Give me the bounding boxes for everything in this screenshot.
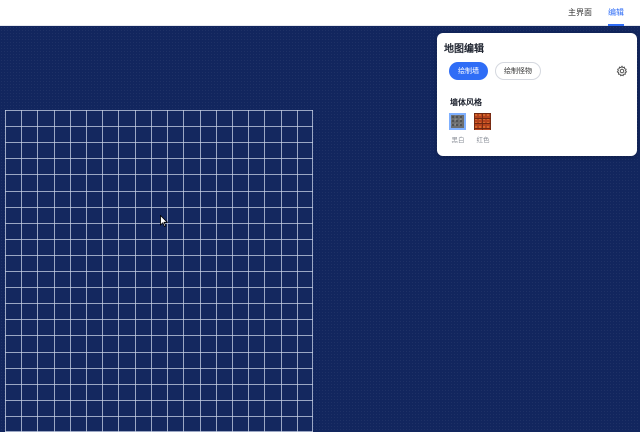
gear-icon[interactable] [616,65,628,77]
wall-style-bw-label: 黑白 [451,136,465,144]
nav-menu: 主界面 编辑 [568,0,640,26]
top-nav-bar: 主界面 编辑 [0,0,640,26]
nav-item-main[interactable]: 主界面 [568,0,592,26]
arrow-cursor-icon [160,215,168,227]
wall-style-red-label: 红色 [476,136,490,144]
map-grid[interactable] [5,110,313,432]
tab-draw-monsters[interactable]: 绘制怪物 [495,62,541,80]
wall-style-red-swatch[interactable] [474,113,491,130]
map-grid-lines[interactable] [5,110,313,432]
wall-style-title: 墙体风格 [450,98,482,107]
nav-item-edit[interactable]: 编辑 [608,0,624,26]
wall-style-bw-swatch[interactable] [449,113,466,130]
tab-draw-walls[interactable]: 绘制墙 [449,62,488,80]
panel-title: 地图编辑 [444,44,484,55]
map-editor-panel: 地图编辑 绘制墙 绘制怪物 墙体风格 黑白 红色 [437,33,637,156]
